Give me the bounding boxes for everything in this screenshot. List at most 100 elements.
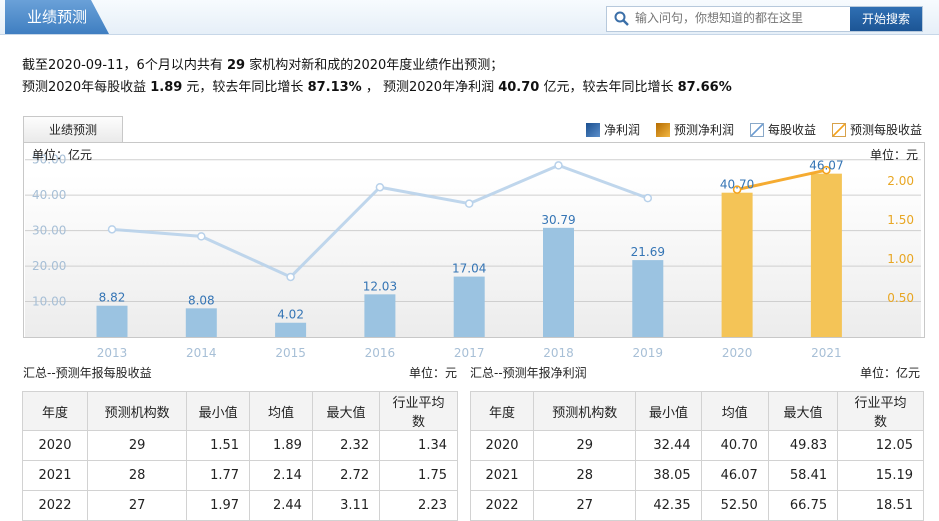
table-cell: 46.07 [700,460,769,491]
table-cell: 32.44 [635,430,702,461]
table-cell: 1.77 [186,460,251,491]
bar-value-label: 8.08 [188,293,215,307]
column-header: 均值 [249,391,313,431]
bar [364,294,396,337]
y-left-tick-label: 10.00 [32,295,66,309]
table-cell: 2020 [21,430,89,461]
table-cell: 29 [533,430,637,461]
table-row: 2021 28 38.05 46.07 58.41 15.19 [469,460,924,491]
data-point [286,272,295,282]
table-cell: 49.83 [767,430,839,461]
table-cell: 27 [87,490,188,521]
data-point [197,232,206,241]
table-cell: 1.51 [186,430,251,461]
bar [810,173,842,337]
data-point [375,182,385,192]
y-right-tick-label: 0.50 [887,291,914,305]
table-header-row: 年度 预测机构数 最小值 均值 最大值 行业平均数 [21,391,458,431]
table-row: 2020 29 1.51 1.89 2.32 1.34 [21,430,458,461]
table-cell: 1.34 [379,430,458,461]
np-table-title: 汇总--预测年报净利润 [470,366,587,380]
column-header: 最大值 [311,391,381,431]
bar [453,276,485,337]
bar [543,227,574,337]
x-tick-label: 2020 [722,346,753,360]
bar [185,308,217,337]
table-cell: 66.75 [767,490,839,521]
x-tick-label: 2021 [811,346,842,360]
table-cell: 52.50 [700,490,769,521]
column-header: 最大值 [767,391,839,431]
column-header: 预测机构数 [87,391,188,431]
column-header: 最小值 [635,391,702,431]
bar-value-label: 12.03 [363,279,397,293]
bar [96,305,128,337]
y-right-tick-label: 2.00 [887,174,914,188]
data-point [107,225,117,234]
y-left-unit: 单位：亿元 [32,147,92,162]
table-cell: 2.23 [379,490,458,521]
table-cell: 2.44 [249,490,313,521]
eps-table: 年度 预测机构数 最小值 均值 最大值 行业平均数 2020 29 1.51 1.89 2.32 1.… [21,391,458,521]
x-tick-label: 2016 [365,346,396,360]
column-header: 均值 [700,391,769,431]
eps-table-unit: 单位：元 [409,366,458,380]
x-tick-label: 2018 [543,346,574,360]
table-cell: 15.19 [837,460,924,491]
table-header-row: 年度 预测机构数 最小值 均值 最大值 行业平均数 [469,391,924,431]
table-cell: 28 [87,460,188,491]
bar [275,322,307,337]
x-tick-label: 2014 [186,346,217,360]
eps-table-title: 汇总--预测年报每股收益 [23,366,152,380]
table-cell: 2.32 [311,430,381,461]
bar [632,260,664,337]
table-cell: 1.75 [379,460,458,491]
np-table-unit: 单位：亿元 [860,366,921,380]
table-cell: 2021 [469,460,535,491]
profit-eps-chart: 10.0020.0030.0040.0050.000.501.001.502.0… [25,147,921,360]
table-cell: 58.41 [767,460,839,491]
column-header: 年度 [21,391,89,431]
x-tick-label: 2017 [454,346,485,360]
table-cell: 38.05 [635,460,702,491]
bar-value-label: 4.02 [277,308,304,322]
table-row: 2022 27 1.97 2.44 3.11 2.23 [21,490,458,521]
table-cell: 2022 [21,490,89,521]
bar-value-label: 21.69 [631,245,665,259]
table-cell: 27 [533,490,637,521]
x-tick-label: 2019 [633,346,664,360]
table-cell: 12.05 [837,430,924,461]
table-cell: 2021 [21,460,89,491]
x-tick-label: 2015 [275,346,306,360]
column-header: 预测机构数 [533,391,637,431]
table-cell: 29 [87,430,188,461]
column-header: 行业平均数 [379,391,458,431]
table-cell: 18.51 [837,490,924,521]
table-cell: 2.72 [311,460,381,491]
y-left-tick-label: 20.00 [32,259,66,273]
bar-value-label: 40.70 [720,178,754,192]
bar-value-label: 17.04 [452,262,486,276]
table-cell: 42.35 [635,490,702,521]
bar [721,192,753,337]
data-point [643,193,653,203]
x-tick-label: 2013 [97,346,128,360]
y-right-tick-label: 1.00 [887,252,914,266]
table-row: 2020 29 32.44 40.70 49.83 12.05 [469,430,924,461]
table-cell: 2022 [469,490,535,521]
column-header: 年度 [469,391,535,431]
y-left-tick-label: 30.00 [32,224,66,238]
column-header: 行业平均数 [837,391,924,431]
bar-value-label: 30.79 [541,213,575,227]
table-cell: 1.89 [249,430,313,461]
bar-value-label: 8.82 [99,291,126,305]
column-header: 最小值 [186,391,251,431]
data-point [464,199,474,208]
table-cell: 2020 [469,430,535,461]
np-table: 年度 预测机构数 最小值 均值 最大值 行业平均数 2020 29 32.44 40.70 49.8… [469,391,924,521]
table-cell: 1.97 [186,490,251,521]
table-cell: 3.11 [311,490,381,521]
y-left-tick-label: 40.00 [32,188,66,202]
table-cell: 2.14 [249,460,313,491]
table-row: 2022 27 42.35 52.50 66.75 18.51 [469,490,924,521]
